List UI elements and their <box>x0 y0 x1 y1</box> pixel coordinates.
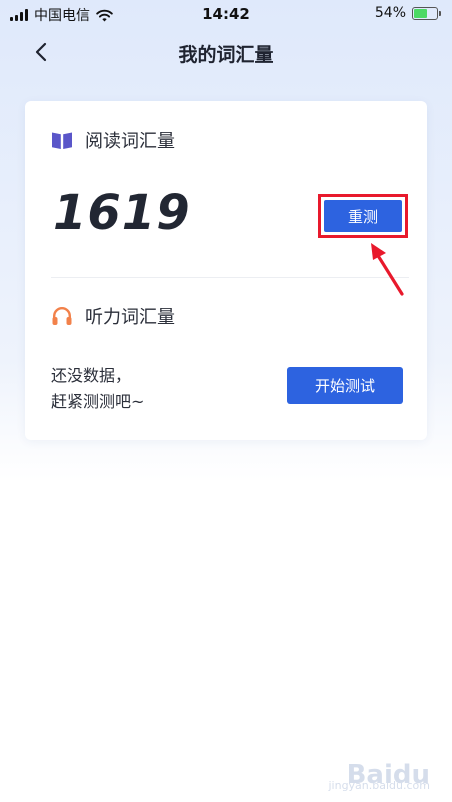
status-bar: 中国电信 14:42 54% <box>0 0 452 28</box>
reading-label: 阅读词汇量 <box>85 131 175 152</box>
nav-bar: 我的词汇量 <box>0 28 452 78</box>
reading-section-header: 阅读词汇量 <box>51 127 175 153</box>
page-title: 我的词汇量 <box>178 44 274 66</box>
start-test-button[interactable]: 开始测试 <box>287 367 403 404</box>
empty-message-line-2: 赶紧测测吧~ <box>51 392 145 411</box>
watermark: Baidu jingyan.baidu.com <box>328 760 430 792</box>
empty-message-line-1: 还没数据， <box>51 366 132 385</box>
listening-section-header: 听力词汇量 <box>51 303 175 329</box>
annotation-arrow-icon <box>371 243 404 296</box>
status-right: 54% <box>374 5 441 21</box>
watermark-sub: jingyan.baidu.com <box>328 779 430 792</box>
battery-icon <box>412 6 441 20</box>
headphones-icon <box>52 307 72 325</box>
book-icon <box>52 132 72 149</box>
battery-level-fill <box>414 8 427 18</box>
listening-label: 听力词汇量 <box>85 307 175 328</box>
listening-empty-message: 还没数据， 赶紧测测吧~ <box>51 363 144 415</box>
section-divider <box>51 277 409 278</box>
retest-button[interactable]: 重测 <box>324 200 402 232</box>
annotation-highlight-box: 重测 <box>318 194 408 238</box>
battery-percent: 54% <box>374 5 406 21</box>
reading-score: 1619 <box>53 185 191 241</box>
